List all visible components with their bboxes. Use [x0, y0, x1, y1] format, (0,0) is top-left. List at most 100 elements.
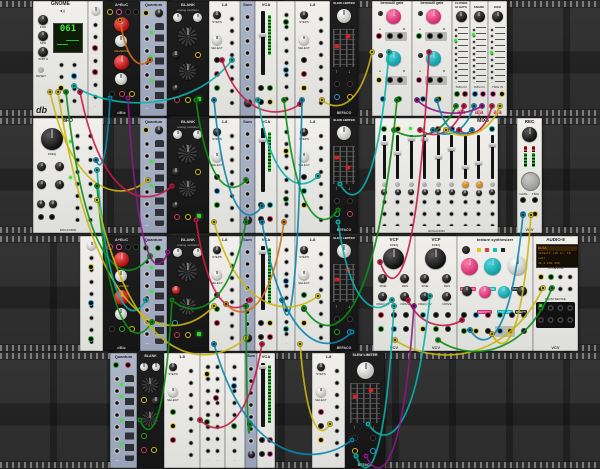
slew-shape-knob[interactable] [337, 126, 351, 140]
one8-select-knob[interactable] [316, 387, 326, 397]
jack[interactable] [445, 326, 451, 332]
blend-knob[interactable] [517, 286, 527, 296]
osc-tune-knob[interactable] [173, 248, 182, 257]
jack[interactable] [170, 423, 176, 429]
vcf-drive-knob[interactable] [442, 292, 451, 301]
slew-shape-knob[interactable] [357, 362, 374, 379]
drum-vol-knob[interactable] [474, 11, 485, 22]
jack[interactable] [38, 214, 44, 220]
jack[interactable] [143, 245, 149, 251]
mute-button[interactable] [422, 182, 427, 187]
jack[interactable] [214, 57, 220, 63]
jack[interactable] [267, 99, 273, 105]
jack[interactable] [347, 94, 353, 100]
jack[interactable] [318, 423, 324, 429]
jack[interactable] [391, 312, 397, 318]
quantum-jack-field[interactable] [142, 256, 152, 344]
jack[interactable] [259, 437, 265, 443]
one8-select-knob[interactable] [212, 270, 222, 280]
abc-d-knob[interactable] [115, 308, 127, 320]
drum-option-rows[interactable] [454, 27, 468, 83]
jack[interactable] [195, 169, 201, 175]
jack[interactable] [214, 320, 220, 326]
bernoulli-p-knob-2[interactable] [386, 51, 401, 66]
from-device-jacks[interactable] [536, 302, 575, 328]
one8-steps-knob[interactable] [213, 128, 221, 136]
one8-select-knob[interactable] [212, 35, 222, 45]
jack[interactable] [129, 326, 135, 332]
one8-jack-field[interactable] [227, 13, 237, 109]
jack[interactable] [334, 316, 340, 322]
mute-knob[interactable] [476, 181, 483, 188]
mute-button[interactable] [449, 182, 454, 187]
jack[interactable] [301, 292, 307, 298]
abc-a-knob[interactable] [114, 252, 129, 267]
one8-select-knob[interactable] [299, 270, 309, 280]
jack[interactable] [318, 437, 324, 443]
osc-freq-knob[interactable] [179, 63, 196, 80]
jack[interactable] [395, 126, 401, 132]
osc-sync-button[interactable] [197, 214, 201, 218]
drum-option-rows[interactable] [490, 27, 505, 83]
jack[interactable] [472, 91, 478, 97]
osc-tune-knob[interactable] [140, 363, 148, 371]
jack[interactable] [143, 127, 149, 133]
jack[interactable] [58, 85, 64, 91]
jack[interactable] [489, 126, 495, 132]
8fo-scale-knob[interactable] [55, 180, 64, 189]
jack[interactable] [433, 312, 439, 318]
jack[interactable] [116, 244, 122, 250]
osc-shape-knob[interactable] [178, 27, 197, 46]
jack[interactable] [204, 371, 210, 377]
util-jack-field[interactable] [91, 19, 100, 107]
fader[interactable] [464, 135, 467, 179]
jack[interactable] [71, 73, 77, 79]
jack[interactable] [195, 52, 201, 58]
quantum-knob[interactable] [155, 126, 163, 134]
jack[interactable] [352, 448, 358, 454]
jack[interactable] [258, 202, 264, 208]
gnome-reset-button[interactable] [38, 67, 44, 73]
jack[interactable] [214, 174, 220, 180]
one8-jack-field[interactable] [316, 130, 326, 226]
one8-steps-knob[interactable] [300, 11, 308, 19]
jack[interactable] [170, 437, 176, 443]
jack[interactable] [391, 326, 397, 332]
jack[interactable] [347, 81, 353, 87]
density-knob[interactable] [479, 286, 491, 298]
sum-level-knob[interactable] [248, 451, 255, 458]
position-knob[interactable] [461, 258, 478, 275]
jack[interactable] [437, 33, 443, 39]
jack[interactable] [88, 300, 94, 306]
jack[interactable] [387, 33, 393, 39]
jack[interactable] [141, 433, 147, 439]
osc-fine-knob[interactable] [152, 363, 160, 371]
util-knob[interactable] [87, 241, 96, 250]
jack[interactable] [143, 10, 149, 16]
strip-jacks[interactable] [447, 196, 456, 226]
jack[interactable] [267, 202, 273, 208]
jack[interactable] [538, 274, 544, 280]
strip-jacks[interactable] [488, 196, 497, 226]
fader[interactable] [410, 135, 413, 179]
abc-b-knob[interactable] [115, 35, 127, 47]
vca-slider[interactable] [261, 11, 265, 75]
mute-button[interactable] [382, 182, 387, 187]
jack[interactable] [376, 77, 382, 83]
jack[interactable] [283, 19, 289, 25]
jack[interactable] [416, 77, 422, 83]
pan-knob[interactable] [449, 189, 455, 195]
mute-button[interactable] [436, 182, 441, 187]
vca-slider[interactable] [261, 246, 265, 310]
jack[interactable] [381, 126, 387, 132]
drum-vol-knob[interactable] [456, 11, 467, 22]
osc-small-knob[interactable] [152, 397, 160, 405]
jack[interactable] [107, 9, 113, 15]
jack[interactable] [416, 33, 422, 39]
jack[interactable] [174, 97, 180, 103]
jack[interactable] [185, 332, 191, 338]
jack[interactable] [88, 264, 94, 270]
jack[interactable] [507, 328, 513, 334]
quantum-jack-field[interactable] [112, 373, 122, 461]
jack[interactable] [347, 329, 353, 335]
